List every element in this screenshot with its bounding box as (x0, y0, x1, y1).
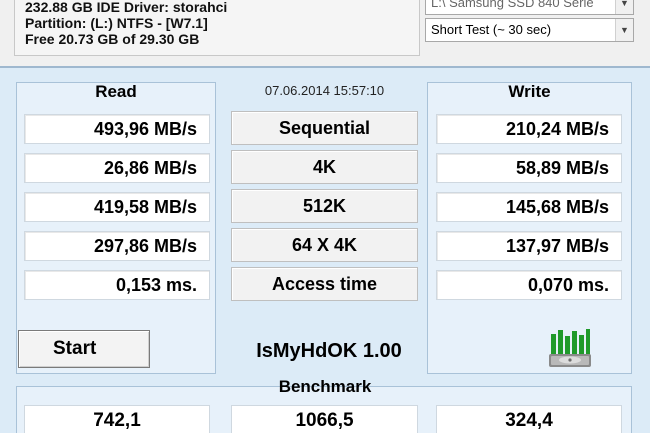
test-duration-value: Short Test (~ 30 sec) (431, 22, 552, 37)
read-access-time-value: 0,153 ms. (24, 270, 210, 300)
test-timestamp: 07.06.2014 15:57:10 (264, 83, 385, 98)
start-button[interactable]: Start (18, 330, 150, 368)
write-access-time-value: 0,070 ms. (436, 270, 622, 300)
test-4k-button[interactable]: 4K (231, 150, 418, 184)
read-sequential-value: 493,96 MB/s (24, 114, 210, 144)
drive-info-area: 232.88 GB IDE Driver: storahci Partition… (0, 0, 650, 66)
hard-drive-bars-icon (549, 329, 591, 367)
read-64x4k-value: 297,86 MB/s (24, 231, 210, 261)
drive-select[interactable]: L:\ Samsung SSD 840 Serie ▼ (425, 0, 634, 15)
write-4k-value: 58,89 MB/s (436, 153, 622, 183)
chevron-down-icon[interactable]: ▼ (615, 0, 633, 14)
test-sequential-button[interactable]: Sequential (231, 111, 418, 145)
chevron-down-icon[interactable]: ▼ (615, 19, 633, 41)
test-access-time-button[interactable]: Access time (231, 267, 418, 301)
benchmark-read-value: 742,1 (24, 405, 210, 433)
write-header: Write (508, 82, 551, 101)
drive-partition: Partition: (L:) NTFS - [W7.1] (25, 15, 208, 31)
write-64x4k-value: 137,97 MB/s (436, 231, 622, 261)
read-512k-value: 419,58 MB/s (24, 192, 210, 222)
benchmark-write-value: 324,4 (436, 405, 622, 433)
write-sequential-value: 210,24 MB/s (436, 114, 622, 144)
test-duration-select[interactable]: Short Test (~ 30 sec) ▼ (425, 18, 634, 42)
test-64x4k-button[interactable]: 64 X 4K (231, 228, 418, 262)
drive-free-space: Free 20.73 GB of 29.30 GB (25, 31, 200, 47)
drive-info-box: 232.88 GB IDE Driver: storahci Partition… (14, 0, 420, 56)
test-512k-button[interactable]: 512K (231, 189, 418, 223)
write-512k-value: 145,68 MB/s (436, 192, 622, 222)
app-title: IsMyHdOK 1.00 (256, 340, 402, 362)
benchmark-total-value: 1066,5 (231, 405, 418, 433)
drive-size-driver: 232.88 GB IDE Driver: storahci (25, 0, 228, 15)
drive-select-value: L:\ Samsung SSD 840 Serie (431, 0, 594, 10)
read-4k-value: 26,86 MB/s (24, 153, 210, 183)
benchmark-header: Benchmark (278, 377, 372, 396)
read-header: Read (95, 82, 137, 101)
